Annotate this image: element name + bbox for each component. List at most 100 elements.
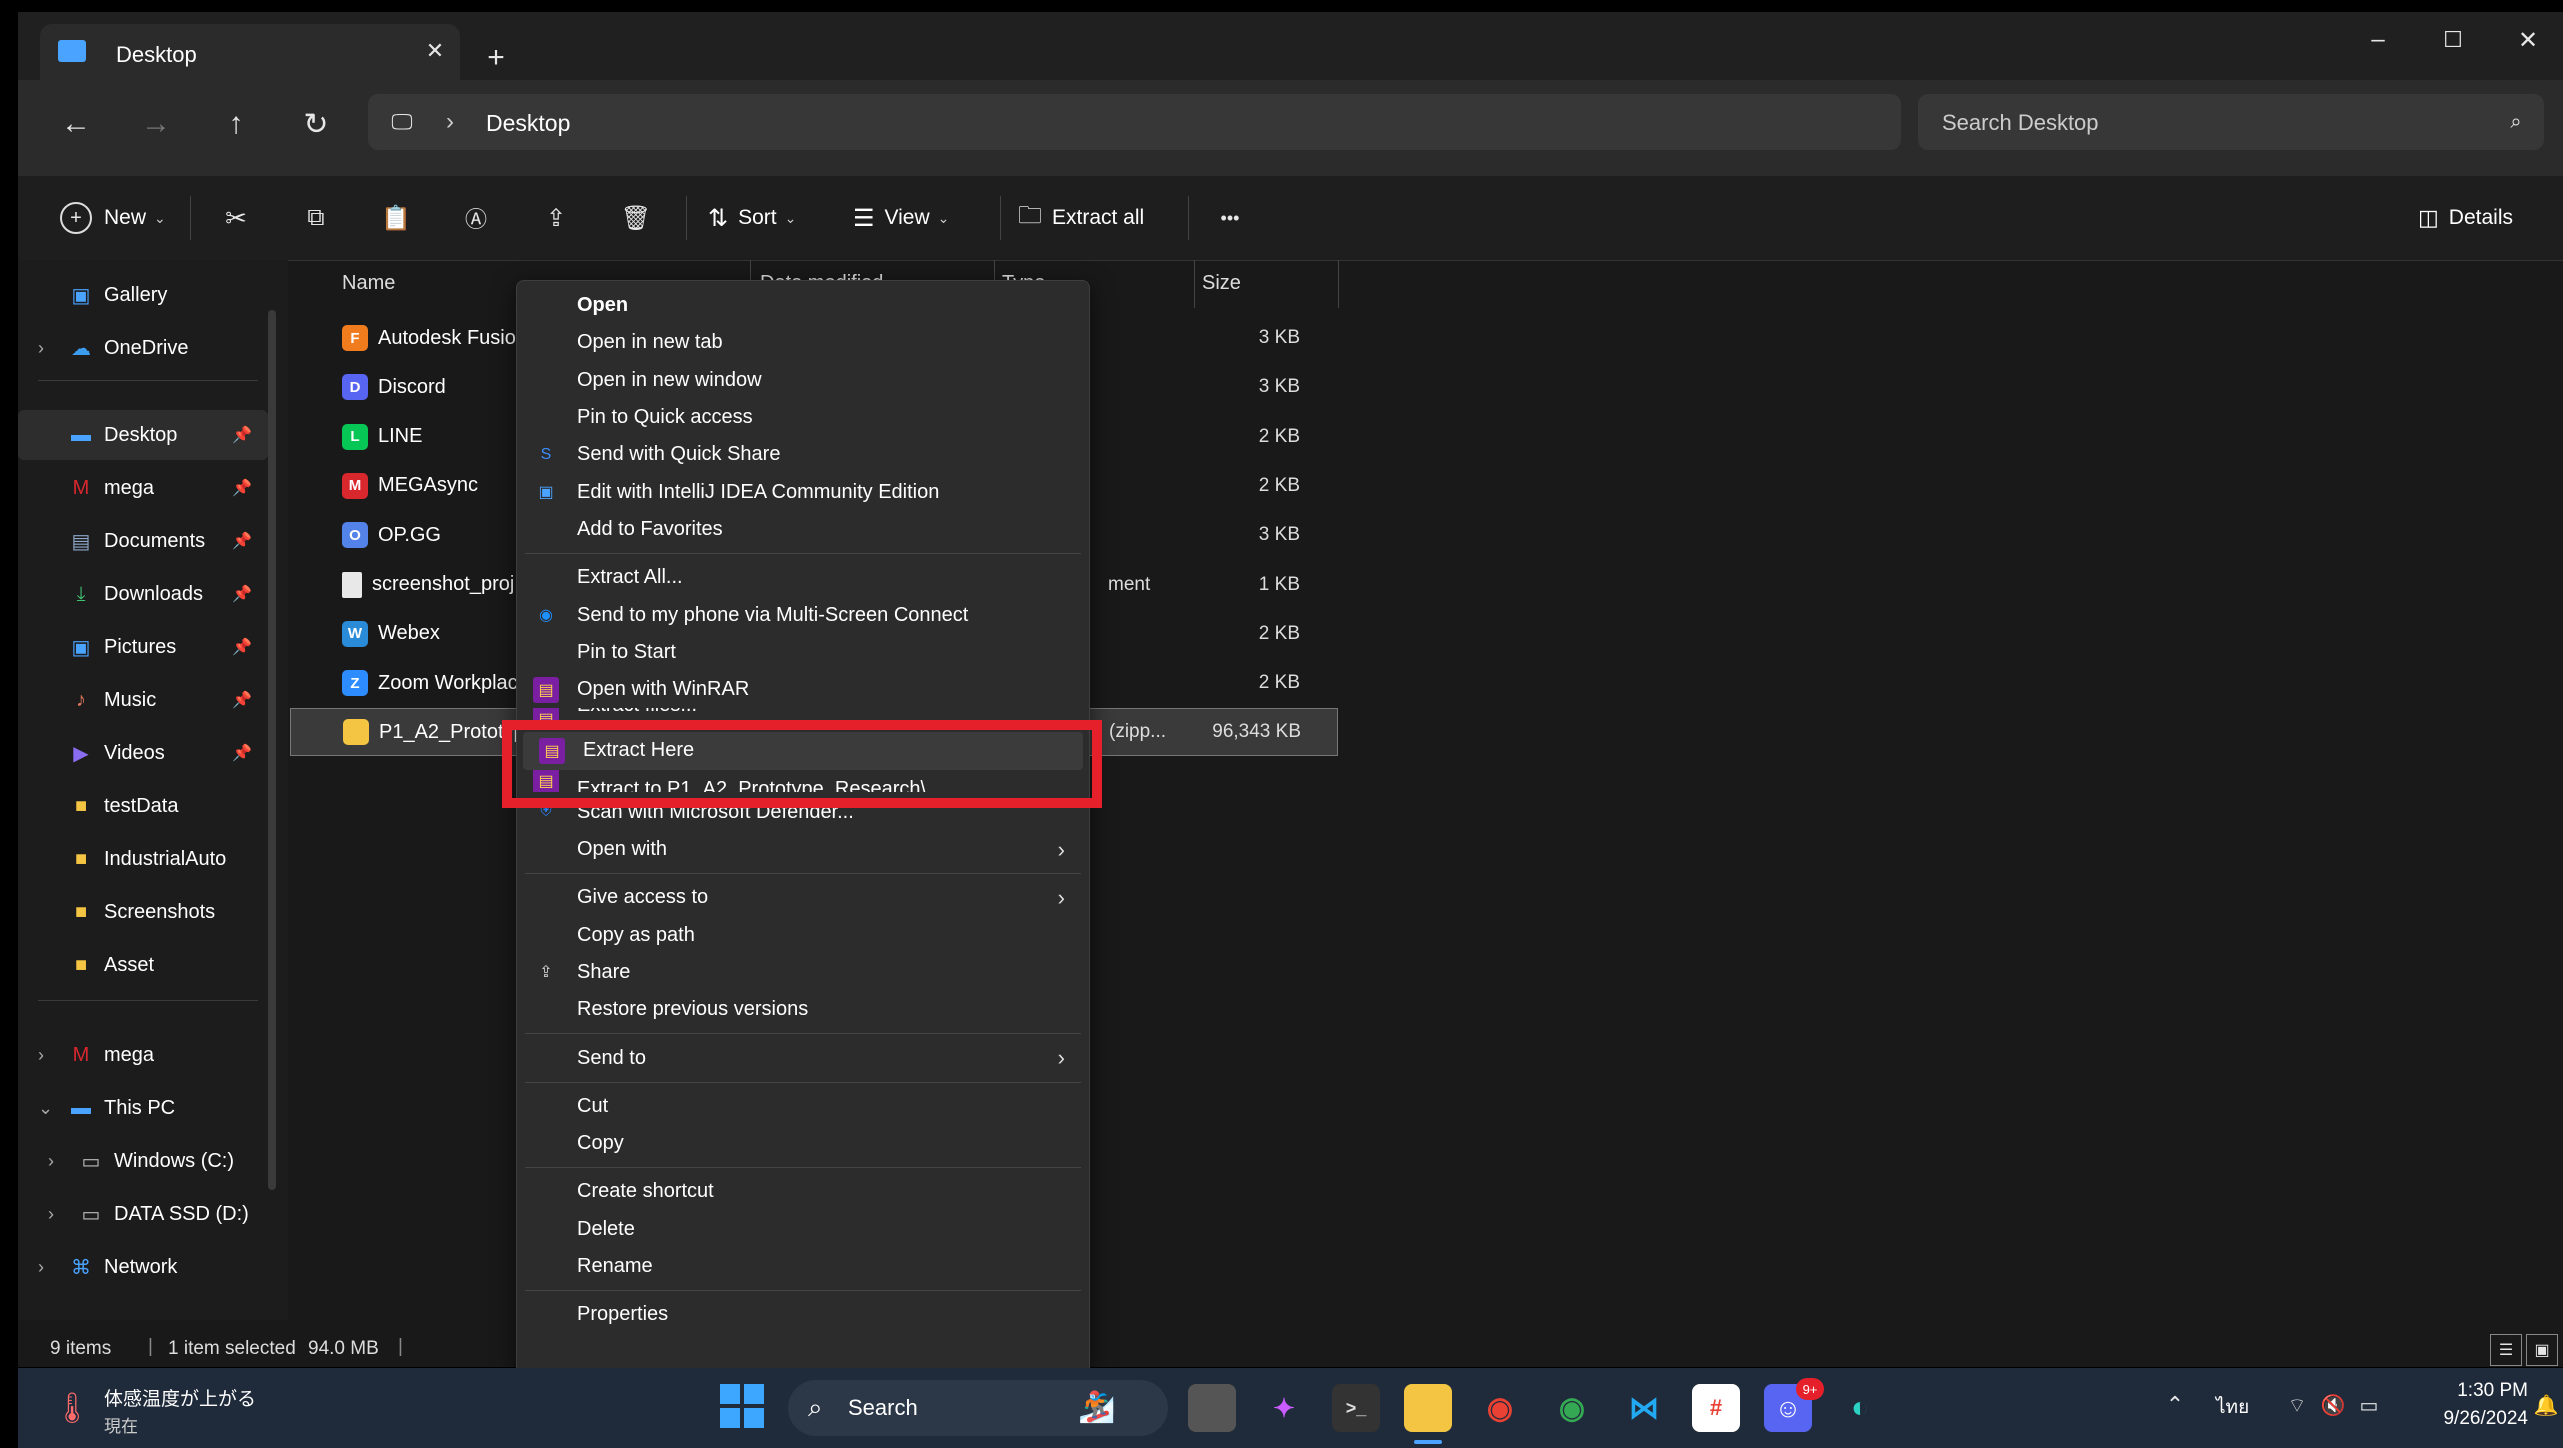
paste-icon[interactable]: 📋 [378, 200, 414, 236]
new-tab-button[interactable]: + [478, 40, 514, 76]
battery-icon[interactable]: ▭ [2354, 1390, 2384, 1420]
sidebar-item-testdata[interactable]: ■ testData [18, 781, 268, 831]
menu-item-open-with[interactable]: Open with › [517, 831, 1089, 868]
menu-item-share[interactable]: ⇪ Share [517, 954, 1089, 991]
sidebar-item-mega[interactable]: › Mmega [18, 1030, 268, 1080]
sidebar-item-network[interactable]: › ⌘ Network [18, 1242, 268, 1292]
column-header-name[interactable]: Name [342, 272, 395, 295]
language-indicator[interactable]: ไทย [2216, 1392, 2249, 1422]
menu-item-add-to-favorites[interactable]: Add to Favorites [517, 511, 1089, 548]
menu-item-rename[interactable]: Rename [517, 1248, 1089, 1285]
chevron-right-icon[interactable]: › [38, 1045, 44, 1066]
sidebar-item-gallery[interactable]: ▣ Gallery [18, 270, 268, 320]
menu-item-cut[interactable]: Cut [517, 1088, 1089, 1125]
menu-item-create-shortcut[interactable]: Create shortcut [517, 1173, 1089, 1210]
menu-item-send-to-my-phone-via-multi-screen-connect[interactable]: ◉ Send to my phone via Multi-Screen Conne… [517, 596, 1089, 633]
minimize-button[interactable]: – [2353, 20, 2403, 60]
clock-time[interactable]: 1:30 PM [2438, 1380, 2528, 1402]
menu-item-send-to[interactable]: Send to › [517, 1039, 1089, 1076]
close-tab-icon[interactable]: ✕ [420, 36, 450, 66]
menu-item-edit-with-intellij-idea-community-edition[interactable]: ▣ Edit with IntelliJ IDEA Community Editi… [517, 474, 1089, 511]
close-window-button[interactable]: ✕ [2503, 20, 2553, 60]
menu-item-send-with-quick-share[interactable]: S Send with Quick Share [517, 436, 1089, 473]
sidebar-item-downloads[interactable]: ⤓ Downloads 📌 [18, 569, 268, 619]
chrome-icon[interactable]: ◉ [1476, 1384, 1524, 1432]
menu-item-pin-to-start[interactable]: Pin to Start [517, 634, 1089, 671]
search-input[interactable]: Search Desktop [1942, 110, 2099, 136]
menu-item-pin-to-quick-access[interactable]: Pin to Quick access [517, 399, 1089, 436]
extract-all-button[interactable]: 🗀 Extract all [1018, 194, 1144, 242]
menu-item-open-in-new-tab[interactable]: Open in new tab [517, 324, 1089, 361]
wifi-icon[interactable]: ⌔ [2282, 1390, 2312, 1420]
share-icon[interactable]: ⇪ [538, 200, 574, 236]
sidebar-item-industrialauto[interactable]: ■ IndustrialAuto [18, 834, 268, 884]
menu-item-properties[interactable]: Properties [517, 1296, 1089, 1333]
forward-icon[interactable]: → [136, 104, 176, 144]
sidebar-item-pictures[interactable]: ▣ Pictures 📌 [18, 622, 268, 672]
slack-icon[interactable]: # [1692, 1384, 1740, 1432]
details-view-icon[interactable]: ☰ [2490, 1334, 2522, 1366]
menu-item-open-in-new-window[interactable]: Open in new window [517, 362, 1089, 399]
sidebar-item-mega[interactable]: Mmega 📌 [18, 463, 268, 513]
chevron-right-icon[interactable]: › [38, 1257, 44, 1278]
menu-item-open[interactable]: Open [517, 287, 1089, 324]
more-options-button[interactable]: ••• [1198, 200, 1262, 236]
clock-date[interactable]: 9/26/2024 [2410, 1408, 2528, 1430]
sidebar-item-documents[interactable]: ▤ Documents 📌 [18, 516, 268, 566]
sidebar-item-asset[interactable]: ■ Asset [18, 940, 268, 990]
sidebar-item-music[interactable]: ♪ Music 📌 [18, 675, 268, 725]
sidebar-item-videos[interactable]: ▶ Videos 📌 [18, 728, 268, 778]
volume-muted-icon[interactable]: 🔇 [2318, 1390, 2348, 1420]
sidebar-item-onedrive[interactable]: › ☁ OneDrive [18, 323, 268, 373]
weather-icon[interactable]: 🌡 [52, 1386, 92, 1430]
tab-desktop[interactable]: Desktop ✕ [40, 24, 460, 80]
cut-icon[interactable]: ✂ [218, 200, 254, 236]
menu-item-extract-all[interactable]: Extract All... [517, 559, 1089, 596]
chevron-right-icon[interactable]: › [48, 1204, 54, 1225]
start-icon[interactable] [720, 1384, 764, 1428]
chevron-right-icon[interactable]: › [38, 338, 44, 359]
sidebar-item-desktop[interactable]: ▬ Desktop 📌 [18, 410, 268, 460]
back-icon[interactable]: ← [56, 104, 96, 144]
task-view-icon[interactable] [1188, 1384, 1236, 1432]
weather-text[interactable]: 体感温度が上がる [104, 1384, 256, 1411]
terminal-icon[interactable]: >_ [1332, 1384, 1380, 1432]
menu-item-copy[interactable]: Copy [517, 1125, 1089, 1162]
menu-item-give-access-to[interactable]: Give access to › [517, 879, 1089, 916]
file-explorer-icon[interactable] [1404, 1384, 1452, 1432]
refresh-icon[interactable]: ↻ [296, 104, 336, 144]
sidebar-item-screenshots[interactable]: ■ Screenshots [18, 887, 268, 937]
delete-icon[interactable]: 🗑 [618, 200, 654, 236]
sidebar-item-this-pc[interactable]: ⌄ ▬ This PC [18, 1083, 268, 1133]
rename-icon[interactable]: Ⓐ [458, 200, 494, 236]
view-button[interactable]: ☰ View ⌄ [853, 194, 949, 242]
menu-item-open-with-winrar[interactable]: ▤ Open with WinRAR [517, 671, 1089, 708]
vscode-icon[interactable]: ⋈ [1620, 1384, 1668, 1432]
address-bar[interactable]: 🖵 › Desktop [368, 94, 1901, 150]
tiles-view-icon[interactable]: ▣ [2526, 1334, 2558, 1366]
chevron-up-icon[interactable]: ⌃ [2160, 1390, 2190, 1420]
search-box[interactable]: Search Desktop ⌕ [1918, 94, 2544, 150]
new-button[interactable]: + New ⌄ [60, 194, 166, 242]
menu-item-delete[interactable]: Delete [517, 1211, 1089, 1248]
sidebar-item-data-ssd-d[interactable]: › ▭ DATA SSD (D:) [18, 1189, 268, 1239]
sort-button[interactable]: ⇅ Sort ⌄ [708, 194, 796, 242]
copilot-icon[interactable]: ✦ [1260, 1384, 1308, 1432]
up-icon[interactable]: ↑ [216, 104, 256, 144]
breadcrumb-desktop[interactable]: Desktop [486, 110, 570, 137]
menu-item-copy-as-path[interactable]: Copy as path [517, 917, 1089, 954]
edge-icon[interactable]: ◐ [1836, 1384, 1884, 1432]
details-button[interactable]: ◫ Details [2418, 194, 2513, 242]
taskbar-search[interactable]: ⌕ Search 🏂 [788, 1380, 1168, 1436]
notification-bell-icon[interactable]: 🔔 [2534, 1390, 2559, 1420]
menu-item-label: Send to my phone via Multi-Screen Connec… [577, 603, 969, 626]
chevron-right-icon[interactable]: › [48, 1151, 54, 1172]
column-header-size[interactable]: Size [1202, 272, 1241, 295]
chrome-profile-icon[interactable]: ◉ [1548, 1384, 1596, 1432]
menu-item-restore-previous-versions[interactable]: Restore previous versions [517, 991, 1089, 1028]
maximize-button[interactable]: ☐ [2428, 20, 2478, 60]
sidebar-item-windows-c[interactable]: › ▭ Windows (C:) [18, 1136, 268, 1186]
sidebar-scrollbar[interactable] [268, 310, 276, 1190]
copy-icon[interactable]: ⧉ [298, 200, 334, 236]
chevron-down-icon[interactable]: ⌄ [38, 1098, 53, 1119]
